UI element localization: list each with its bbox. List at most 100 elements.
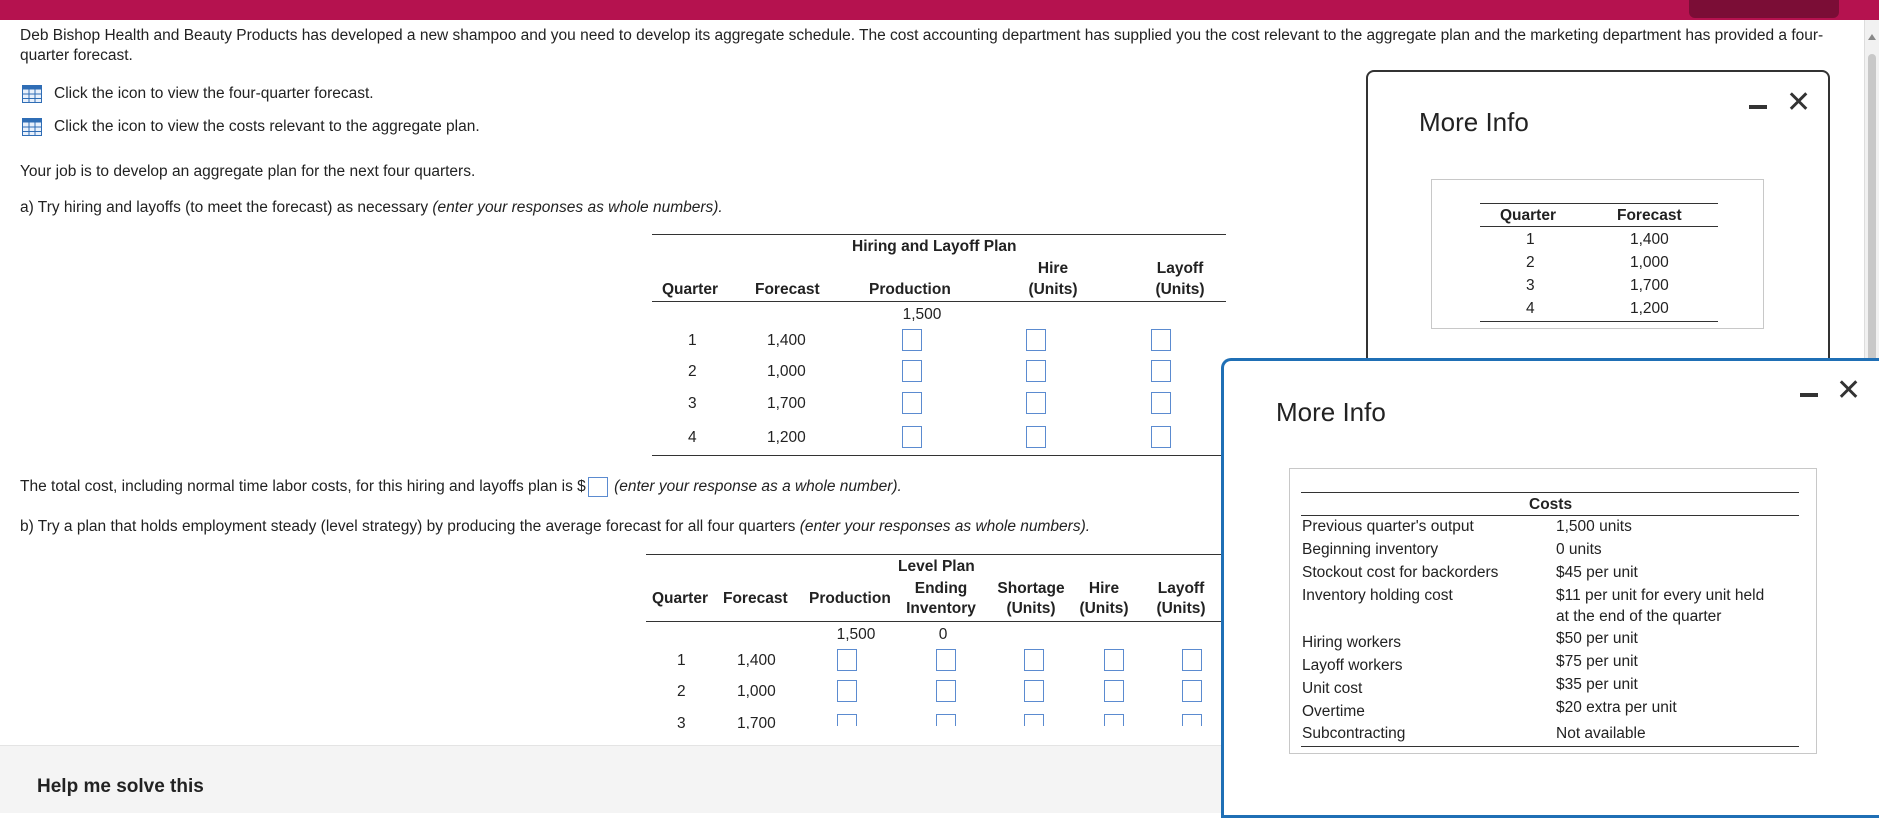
forecast-table-box: Quarter Forecast 1 1,400 2 1,000 3 1,700… [1431, 179, 1764, 329]
col-header-layoff-units: (Units) [1156, 600, 1206, 617]
cost-label: Unit cost [1302, 680, 1363, 697]
shortage-input-q2[interactable] [1024, 680, 1044, 702]
cost-value: $45 per unit [1556, 564, 1638, 581]
cost-label: Previous quarter's output [1302, 518, 1474, 535]
production-input-q2[interactable] [902, 360, 922, 382]
layoff-input-q4[interactable] [1151, 426, 1171, 448]
row-quarter: 4 [1526, 300, 1535, 317]
layoff-input-q3[interactable] [1151, 392, 1171, 414]
col-header-inventory: Inventory [906, 600, 976, 617]
hire-input-q4[interactable] [1026, 426, 1046, 448]
row-forecast: 1,700 [737, 715, 776, 729]
col-header-quarter: Quarter [652, 590, 708, 607]
layoff-input-q2[interactable] [1151, 360, 1171, 382]
close-icon[interactable]: ✕ [1836, 376, 1861, 406]
initial-inventory: 0 [938, 626, 948, 643]
col-header-shortage: Shortage [997, 580, 1065, 597]
cost-value: Not available [1556, 725, 1646, 742]
hire-input-q1[interactable] [1104, 649, 1124, 671]
row-quarter: 1 [688, 332, 697, 349]
forecast-link-row[interactable]: Click the icon to view the four-quarter … [22, 85, 374, 103]
forecast-link-text[interactable]: Click the icon to view the four-quarter … [54, 85, 374, 103]
scroll-up-arrow-icon[interactable] [1868, 34, 1876, 40]
cost-value: 0 units [1556, 541, 1602, 558]
col-header-layoff: Layoff [1157, 580, 1205, 597]
initial-production: 1,500 [902, 306, 942, 323]
table-title: Hiring and Layoff Plan [852, 238, 1017, 255]
layoff-input-q1[interactable] [1182, 649, 1202, 671]
costs-link-text[interactable]: Click the icon to view the costs relevan… [54, 118, 480, 136]
cost-value: $75 per unit [1556, 653, 1638, 670]
help-me-solve-button[interactable]: Help me solve this [37, 776, 204, 798]
row-quarter: 1 [677, 652, 686, 669]
production-input-q2[interactable] [837, 680, 857, 702]
row-forecast: 1,200 [1630, 300, 1669, 317]
col-header-quarter: Quarter [1500, 207, 1556, 224]
forecast-info-popup: More Info ✕ Quarter Forecast 1 1,400 2 1… [1366, 70, 1830, 370]
help-bar: Help me solve this [0, 745, 1225, 813]
table-grid-icon[interactable] [22, 118, 42, 136]
hire-input-q3[interactable] [1104, 714, 1124, 726]
layoff-input-q1[interactable] [1151, 329, 1171, 351]
row-quarter: 3 [677, 715, 686, 729]
row-quarter: 2 [1526, 254, 1535, 271]
production-input-q1[interactable] [902, 329, 922, 351]
cost-value-cont: at the end of the quarter [1556, 608, 1722, 625]
cost-label: Overtime [1302, 703, 1365, 720]
layoff-input-q2[interactable] [1182, 680, 1202, 702]
production-input-q3[interactable] [902, 392, 922, 414]
minimize-icon[interactable] [1800, 393, 1818, 397]
production-input-q4[interactable] [902, 426, 922, 448]
costs-table-box: Costs Previous quarter's output 1,500 un… [1289, 468, 1817, 754]
ending-inventory-input-q1[interactable] [936, 649, 956, 671]
cost-value: $20 extra per unit [1556, 699, 1677, 716]
costs-info-popup: More Info ✕ Costs Previous quarter's out… [1221, 358, 1879, 818]
row-forecast: 1,400 [737, 652, 776, 669]
cost-value: $50 per unit [1556, 630, 1638, 647]
total-cost-line: The total cost, including normal time la… [20, 477, 902, 497]
production-input-q3[interactable] [837, 714, 857, 726]
col-header-layoff-units: (Units) [1155, 281, 1205, 298]
initial-production: 1,500 [836, 626, 876, 643]
row-forecast: 1,400 [1630, 231, 1669, 248]
minimize-icon[interactable] [1749, 105, 1767, 109]
shortage-input-q3[interactable] [1024, 714, 1044, 726]
cost-label: Beginning inventory [1302, 541, 1439, 558]
shortage-input-q1[interactable] [1024, 649, 1044, 671]
row-forecast: 1,700 [767, 395, 806, 412]
row-forecast: 1,000 [737, 683, 776, 700]
col-header-production: Production [869, 281, 951, 298]
ending-inventory-input-q3[interactable] [936, 714, 956, 726]
cost-label: Layoff workers [1302, 657, 1403, 674]
row-quarter: 2 [688, 363, 697, 380]
ending-inventory-input-q2[interactable] [936, 680, 956, 702]
costs-link-row[interactable]: Click the icon to view the costs relevan… [22, 118, 480, 136]
job-statement: Your job is to develop an aggregate plan… [20, 163, 476, 180]
hire-input-q1[interactable] [1026, 329, 1046, 351]
cost-label: Hiring workers [1302, 634, 1402, 651]
popup-title: More Info [1419, 107, 1529, 137]
part-a-prompt: a) Try hiring and layoffs (to meet the f… [20, 199, 723, 216]
col-header-quarter: Quarter [662, 281, 718, 298]
close-icon[interactable]: ✕ [1786, 88, 1811, 118]
problem-statement: Deb Bishop Health and Beauty Products ha… [20, 27, 1824, 64]
row-quarter: 4 [688, 429, 697, 446]
total-cost-input[interactable] [587, 477, 608, 497]
cost-label: Stockout cost for backorders [1302, 564, 1499, 581]
production-input-q1[interactable] [837, 649, 857, 671]
row-quarter: 1 [1526, 231, 1535, 248]
col-header-hire: Hire [1037, 260, 1069, 277]
level-plan-table: Level Plan Ending Shortage Hire Layoff Q… [646, 552, 1226, 752]
hire-input-q2[interactable] [1104, 680, 1124, 702]
col-header-ending: Ending [914, 580, 968, 597]
top-banner-button[interactable] [1689, 0, 1839, 18]
col-header-forecast: Forecast [755, 281, 820, 298]
layoff-input-q3[interactable] [1182, 714, 1202, 726]
row-quarter: 3 [1526, 277, 1535, 294]
top-banner [0, 0, 1879, 20]
hire-input-q3[interactable] [1026, 392, 1046, 414]
row-quarter: 2 [677, 683, 686, 700]
table-grid-icon[interactable] [22, 85, 42, 103]
hire-input-q2[interactable] [1026, 360, 1046, 382]
row-forecast: 1,400 [767, 332, 806, 349]
